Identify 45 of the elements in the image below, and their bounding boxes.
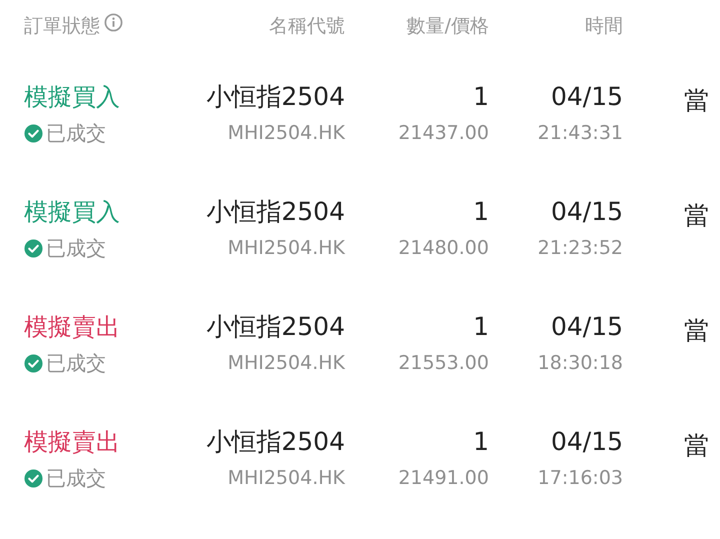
order-status: 已成交 bbox=[46, 120, 106, 147]
check-icon bbox=[24, 238, 43, 258]
order-status: 已成交 bbox=[46, 235, 106, 262]
product-code: MHI2504.HK bbox=[228, 466, 345, 491]
column-header: 時間 bbox=[585, 14, 623, 39]
product-name: 小恒指2504 bbox=[206, 311, 345, 343]
order-time: 21:23:52 bbox=[538, 236, 623, 261]
product-code: MHI2504.HK bbox=[228, 236, 345, 261]
quantity: 1 bbox=[473, 311, 489, 343]
column-header: 名稱代號 bbox=[269, 14, 345, 39]
product-name: 小恒指2504 bbox=[206, 81, 345, 113]
order-time: 21:43:31 bbox=[538, 121, 623, 146]
check-icon bbox=[24, 124, 43, 142]
validity-text: 當 bbox=[684, 431, 709, 460]
order-status: 已成交 bbox=[46, 350, 106, 377]
order-date: 04/15 bbox=[550, 196, 623, 228]
order-side: 模擬賣出 bbox=[24, 312, 120, 343]
validity-text: 當 bbox=[684, 201, 709, 230]
order-date: 04/15 bbox=[550, 426, 623, 458]
price: 21480.00 bbox=[398, 236, 489, 261]
order-time: 18:30:18 bbox=[538, 351, 623, 376]
check-icon bbox=[24, 354, 43, 372]
order-side: 模擬賣出 bbox=[24, 427, 120, 458]
validity-text: 當 bbox=[684, 86, 709, 115]
quantity: 1 bbox=[473, 196, 489, 228]
product-name: 小恒指2504 bbox=[206, 426, 345, 458]
price: 21553.00 bbox=[398, 351, 489, 376]
check-icon bbox=[24, 468, 43, 488]
order-time: 17:16:03 bbox=[538, 466, 623, 491]
product-code: MHI2504.HK bbox=[228, 121, 345, 146]
order-date: 04/15 bbox=[550, 81, 623, 113]
product-name: 小恒指2504 bbox=[206, 196, 345, 228]
validity-text: 當 bbox=[684, 316, 709, 345]
product-code: MHI2504.HK bbox=[228, 351, 345, 376]
quantity: 1 bbox=[473, 426, 489, 458]
info-icon[interactable] bbox=[104, 13, 123, 32]
price: 21437.00 bbox=[398, 121, 489, 146]
price: 21491.00 bbox=[398, 466, 489, 491]
order-side: 模擬買入 bbox=[24, 82, 120, 113]
order-status: 已成交 bbox=[46, 465, 106, 492]
column-header: 訂單狀態 bbox=[24, 14, 100, 39]
order-date: 04/15 bbox=[550, 311, 623, 343]
order-side: 模擬買入 bbox=[24, 197, 120, 228]
column-header: 數量/價格 bbox=[406, 14, 489, 39]
quantity: 1 bbox=[473, 81, 489, 113]
